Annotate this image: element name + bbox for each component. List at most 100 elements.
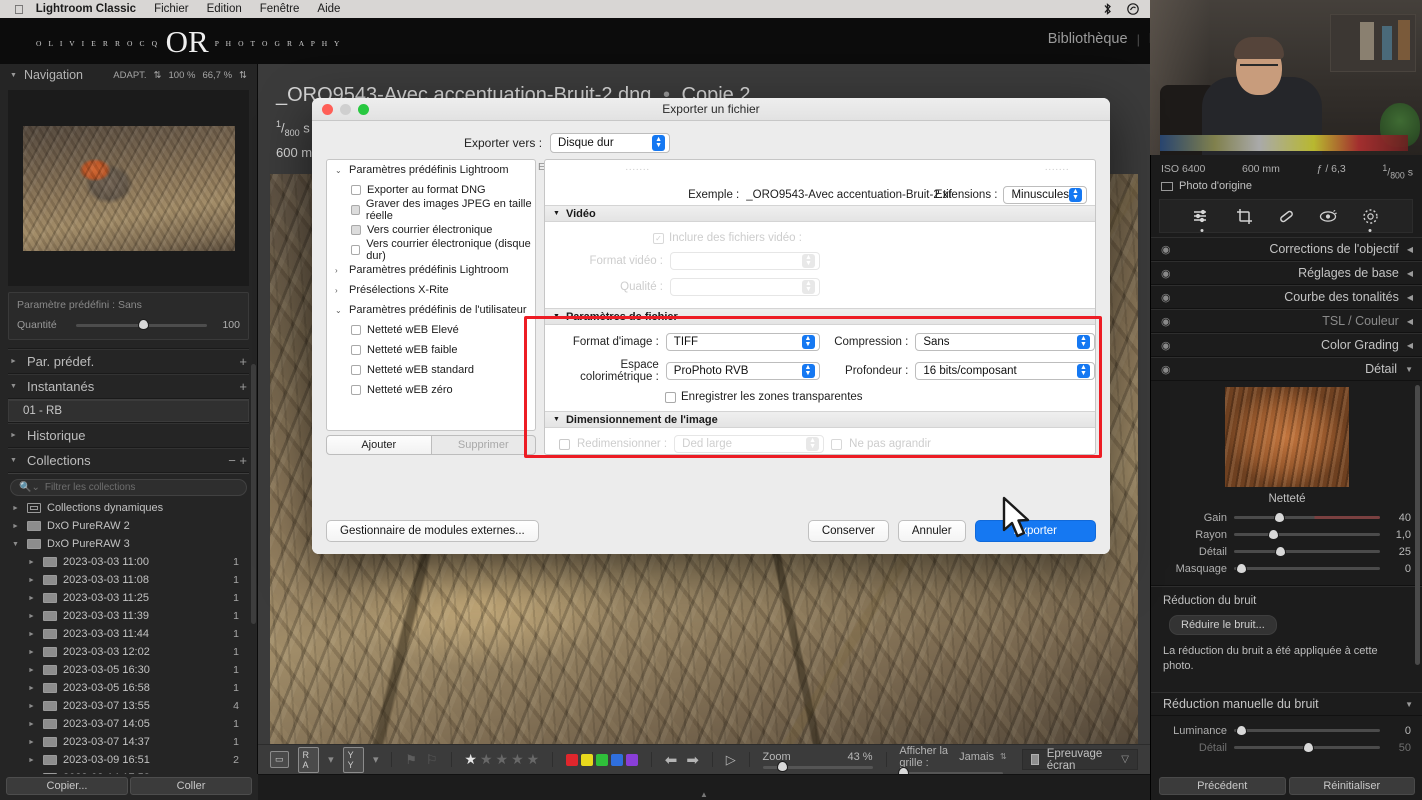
preset-checkbox[interactable] xyxy=(351,245,361,255)
zoom-stepper-icon[interactable]: ⇅ xyxy=(154,70,162,81)
chevron-right-icon[interactable]: ► xyxy=(28,703,37,710)
develop-panel-row[interactable]: ◉ Réglages de base ◀ xyxy=(1151,261,1422,285)
color-label-chips[interactable] xyxy=(565,753,638,766)
compare-view-icon[interactable]: R A xyxy=(297,746,320,773)
sharpening-slider-track[interactable] xyxy=(1234,563,1380,573)
previous-button[interactable]: Précédent xyxy=(1159,777,1286,795)
reject-flag-icon[interactable]: ⚐ xyxy=(426,752,438,768)
chevron-down-icon[interactable]: ⌄ xyxy=(335,166,343,175)
image-sizing-header[interactable]: ▼ Dimensionnement de l'image xyxy=(545,411,1095,428)
grid-value[interactable]: Jamais xyxy=(959,751,994,763)
preset-group[interactable]: › Présélections X-Rite xyxy=(327,280,535,300)
image-format-select[interactable]: TIFF ▲ ▼ xyxy=(665,333,820,351)
list-item[interactable]: ► DxO PureRAW 2 xyxy=(6,517,251,535)
enlarge-checkbox[interactable] xyxy=(831,438,843,450)
paste-button[interactable]: Coller xyxy=(130,777,252,795)
dialog-titlebar[interactable]: Exporter un fichier xyxy=(312,98,1110,121)
list-item[interactable]: ► 2023-03-03 11:25 1 xyxy=(6,589,251,607)
plugin-manager-button[interactable]: Gestionnaire de modules externes... xyxy=(326,520,539,542)
sidebar-item-snapshots[interactable]: ▼ Instantanés + xyxy=(8,374,249,399)
sharpening-slider-track[interactable] xyxy=(1234,529,1380,539)
amount-slider-knob[interactable] xyxy=(138,320,148,329)
star-1-icon[interactable]: ★ xyxy=(464,751,477,768)
sharpening-slider-knob[interactable] xyxy=(1276,546,1286,556)
keep-button[interactable]: Conserver xyxy=(807,520,889,542)
chevron-updown-icon[interactable]: ▲ ▼ xyxy=(1069,188,1082,202)
collection-controls[interactable]: − + xyxy=(228,453,247,468)
include-video-checkbox[interactable]: ✓ xyxy=(653,232,664,244)
menu-aide[interactable]: Aide xyxy=(317,3,340,15)
healing-icon[interactable] xyxy=(1276,206,1296,226)
eye-icon[interactable]: ◉ xyxy=(1161,267,1177,280)
preset-group[interactable]: ⌄ Paramètres prédéfinis de l'utilisateur xyxy=(327,300,535,320)
preset-group[interactable]: › Paramètres prédéfinis Lightroom xyxy=(327,260,535,280)
preset-item[interactable]: Netteté wEB standard xyxy=(327,360,535,380)
menu-fichier[interactable]: Fichier xyxy=(154,3,189,15)
list-item[interactable]: ► 2023-03-05 16:30 1 xyxy=(6,661,251,679)
star-2-icon[interactable]: ★ xyxy=(480,751,493,768)
copy-button[interactable]: Copier... xyxy=(6,777,128,795)
zoom-slider-knob[interactable] xyxy=(777,762,787,771)
preset-item[interactable]: Exporter au format DNG xyxy=(327,180,535,200)
color-label-chip-3[interactable] xyxy=(595,753,608,766)
manual-noise-header[interactable]: Réduction manuelle du bruit ▼ xyxy=(1151,692,1422,716)
sharpening-slider-knob[interactable] xyxy=(1269,529,1279,539)
preset-checkbox[interactable] xyxy=(351,385,361,395)
zoom-custom-stepper-icon[interactable]: ⇅ xyxy=(239,70,247,81)
masking-icon[interactable] xyxy=(1192,206,1212,232)
chevron-down-icon[interactable]: ▼ xyxy=(10,72,17,79)
resize-checkbox[interactable] xyxy=(559,438,570,450)
add-preset-button[interactable]: Ajouter xyxy=(326,435,432,455)
preset-checkbox[interactable] xyxy=(351,345,361,355)
list-item[interactable]: ► 2023-03-09 16:51 2 xyxy=(6,751,251,769)
chevron-updown-icon[interactable]: ▲ ▼ xyxy=(1077,364,1090,378)
eye-icon[interactable]: ◉ xyxy=(1161,243,1177,256)
color-label-chip-4[interactable] xyxy=(610,753,623,766)
flag-icon[interactable]: ⚑ xyxy=(405,752,417,768)
filmstrip[interactable]: ▲ xyxy=(258,774,1150,800)
chevron-right-icon[interactable]: ► xyxy=(28,595,37,602)
chevron-right-icon[interactable]: ► xyxy=(28,685,37,692)
chevron-right-icon[interactable]: ► xyxy=(28,649,37,656)
chevron-right-icon[interactable]: ► xyxy=(28,757,37,764)
arrow-left-icon[interactable]: ⬅ xyxy=(665,751,678,769)
star-5-icon[interactable]: ★ xyxy=(527,751,540,768)
noise-slider-knob[interactable] xyxy=(1236,725,1246,735)
eye-icon[interactable]: ◉ xyxy=(1161,315,1177,328)
noise-slider-track[interactable] xyxy=(1234,742,1380,752)
chevron-right-icon[interactable]: ► xyxy=(28,613,37,620)
chevron-updown-icon[interactable]: ▲ ▼ xyxy=(806,437,820,451)
chevron-left-icon[interactable]: ◀ xyxy=(1407,245,1413,254)
noise-slider-row[interactable]: Luminance 0 xyxy=(1151,722,1422,739)
preset-checkbox[interactable] xyxy=(351,325,361,335)
develop-panel-row[interactable]: ◉ Color Grading ◀ xyxy=(1151,333,1422,357)
chevron-right-icon[interactable]: ► xyxy=(28,559,37,566)
sharpening-slider-track[interactable] xyxy=(1234,512,1380,522)
star-rating[interactable]: ★ ★ ★ ★ ★ xyxy=(464,751,539,768)
sharpening-slider-row[interactable]: Gain 40 xyxy=(1151,509,1422,526)
compare-caret-icon[interactable]: ▾ xyxy=(328,753,334,766)
chevron-down-icon[interactable]: ▼ xyxy=(1405,700,1413,709)
survey-caret-icon[interactable]: ▾ xyxy=(373,753,379,766)
original-photo-toggle[interactable]: Photo d'origine xyxy=(1161,180,1252,192)
detail-preview[interactable] xyxy=(1151,387,1422,487)
chevron-down-icon[interactable]: ▼ xyxy=(12,541,21,548)
sharpening-slider-knob[interactable] xyxy=(1236,563,1246,573)
arrow-right-icon[interactable]: ➡ xyxy=(686,751,699,769)
soft-proofing-bar[interactable]: Epreuvage écran ▽ xyxy=(1021,748,1138,772)
chevron-down-icon[interactable]: ▼ xyxy=(553,416,560,423)
chevron-right-icon[interactable]: ► xyxy=(28,631,37,638)
chevron-updown-icon[interactable]: ▲ ▼ xyxy=(652,135,666,151)
chevron-right-icon[interactable]: ► xyxy=(12,523,21,530)
chevron-down-icon[interactable]: ▼ xyxy=(1405,365,1413,374)
eye-icon[interactable]: ◉ xyxy=(1161,363,1177,376)
denoise-button[interactable]: Réduire le bruit... xyxy=(1169,615,1277,635)
snapshot-item[interactable]: 01 - RB xyxy=(8,400,249,422)
transparency-checkbox[interactable] xyxy=(665,391,676,403)
navigator-preview[interactable] xyxy=(8,90,249,286)
loupe-view-icon[interactable]: ▭ xyxy=(270,751,289,768)
navigator-header[interactable]: ▼ Navigation ADAPT. ⇅ 100 % 66,7 % ⇅ xyxy=(0,64,257,86)
list-item[interactable]: ► 2023-03-07 13:55 4 xyxy=(6,697,251,715)
chevron-down-icon[interactable]: ▼ xyxy=(553,313,560,320)
preset-checkbox[interactable] xyxy=(351,365,361,375)
